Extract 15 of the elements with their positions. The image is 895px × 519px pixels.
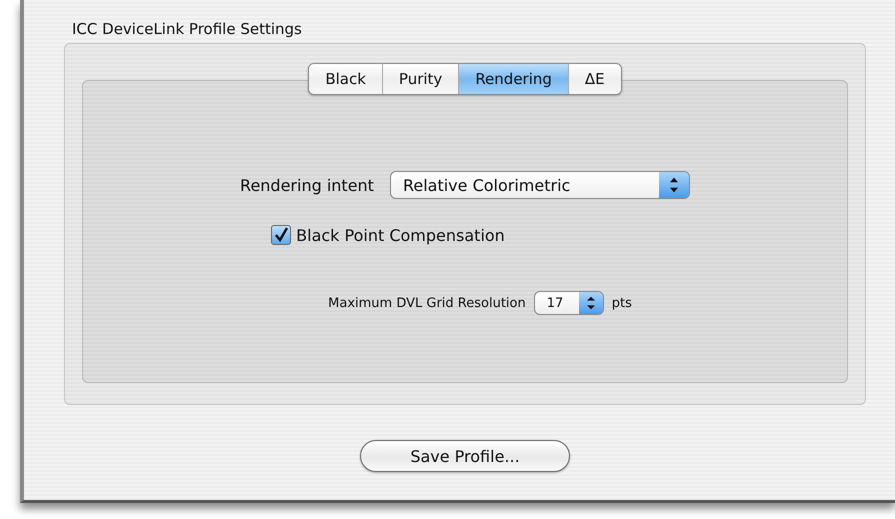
tab[interactable]: Purity xyxy=(382,64,460,94)
group-title: ICC DeviceLink Profile Settings xyxy=(72,20,303,40)
stepper-arrows-icon xyxy=(578,292,603,314)
tab[interactable]: Black xyxy=(309,64,383,94)
checkbox[interactable] xyxy=(271,225,292,245)
unit-label: pts xyxy=(612,296,632,310)
stepper-arrows-icon xyxy=(658,172,689,198)
tab[interactable]: ΔE xyxy=(568,64,621,94)
rendering-intent-label: Rendering intent xyxy=(240,176,374,194)
compensation-option-label: Black Point Compensation xyxy=(296,226,505,244)
grid-resolution-label: Maximum DVL Grid Resolution xyxy=(328,296,526,310)
rendering-intent-popup[interactable]: Relative Colorimetric xyxy=(390,171,690,199)
grid-resolution-popup[interactable]: 17 xyxy=(534,291,604,315)
tab[interactable]: Rendering xyxy=(459,64,569,94)
save-profile-button[interactable]: Save Profile... xyxy=(360,440,570,472)
